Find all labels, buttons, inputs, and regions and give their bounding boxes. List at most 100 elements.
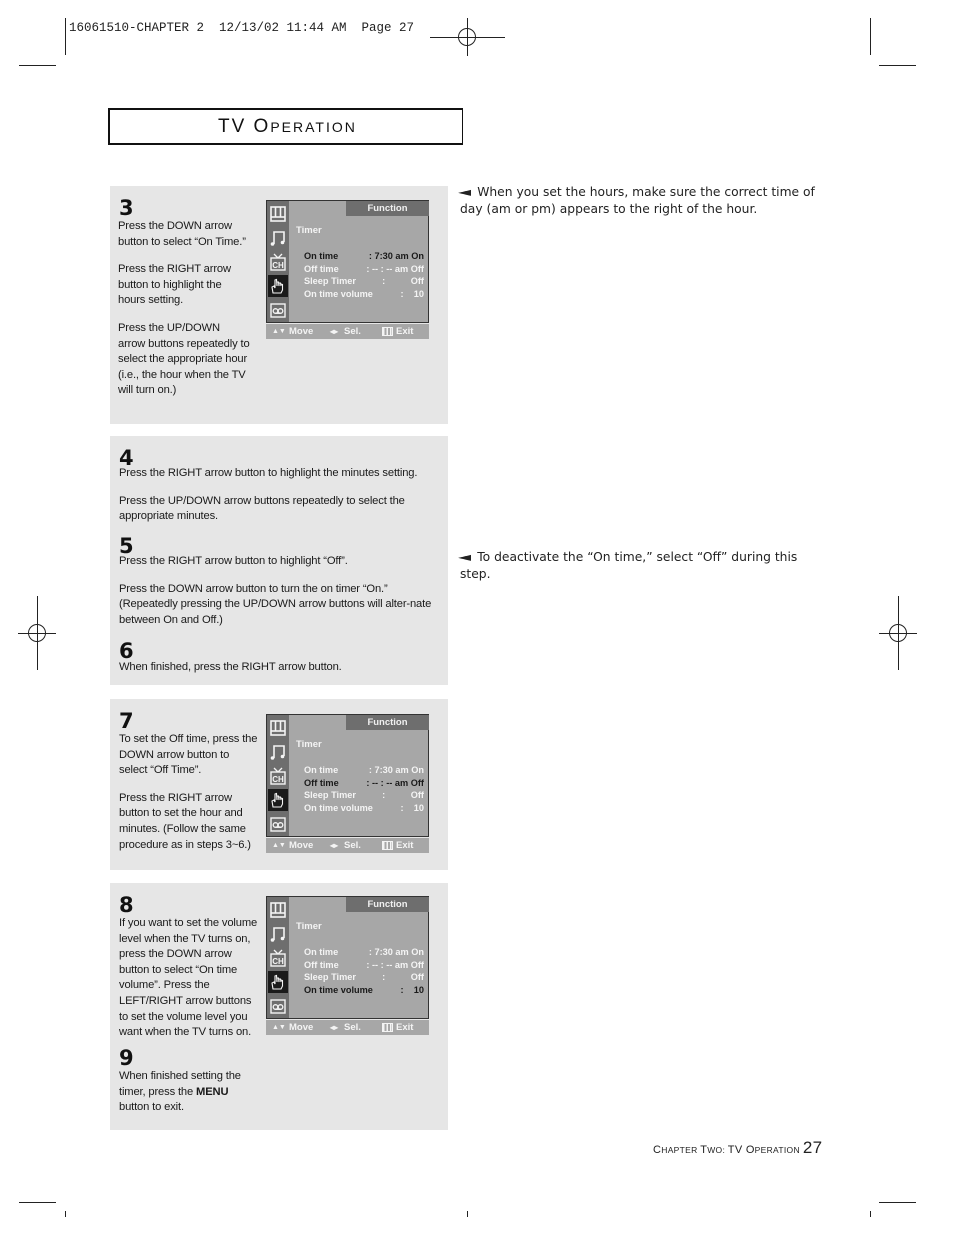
sound-icon (268, 227, 288, 249)
crop-mark (467, 1211, 468, 1217)
osd-menu-row: On time volume : 10 (304, 802, 424, 814)
exit-label: Exit (396, 1022, 414, 1033)
osd-function-tab: Function (346, 201, 429, 216)
step-number: 8 (119, 893, 134, 917)
crop-mark (65, 18, 66, 55)
osd-row-label: Sleep Timer (304, 972, 356, 982)
side-note: ◄ To deactivate the “On time,” select “Of… (458, 550, 798, 581)
crop-mark (879, 65, 916, 66)
pointer-left-icon: ◄ (458, 185, 472, 199)
osd-menu-row: Off time : -- : -- am Off (304, 263, 424, 275)
osd-menu-sidebar: CH (267, 897, 289, 1018)
step-text: If you want to set the volume level when… (119, 917, 258, 1039)
osd-row-label: Sleep Timer (304, 276, 356, 286)
exit-label: Exit (396, 840, 414, 851)
move-label: Move (289, 326, 314, 337)
step-panel-4-6: 4 Press the RIGHT arrow button to highli… (110, 436, 448, 685)
page-footer: CHAPTER TWO: TV OPERATION 27 (653, 1138, 823, 1157)
up-down-arrows-icon: ▲▼ (272, 842, 286, 849)
registration-circle (28, 624, 46, 642)
osd-row-label: On time volume (304, 802, 373, 813)
sel-label: Sel. (344, 1022, 361, 1033)
osd-row-label: Off time (304, 777, 339, 788)
osd-function-tab: Function (346, 715, 429, 730)
left-right-arrows-icon: ◂▸ (330, 327, 339, 336)
sound-icon (268, 923, 288, 945)
osd-menu-sidebar: CH (267, 201, 289, 322)
osd-menu-row: On time volume: 10 (304, 288, 424, 300)
osd-timer-heading: Timer (296, 225, 322, 236)
sel-label: Sel. (344, 840, 361, 851)
osd-screen: CH Function Timer On time : 7:30 am On Off ti… (266, 200, 429, 323)
crop-mark (879, 1202, 916, 1203)
channel-icon: CH (268, 947, 288, 969)
crop-mark (19, 1202, 56, 1203)
input-icon (268, 813, 288, 835)
osd-menu-row: Sleep Timer: Off (304, 275, 424, 287)
section-title: TV OPERATION (218, 116, 357, 137)
osd-row-value: : 10 (400, 802, 425, 813)
osd-menu-row: On time : 7:30 am On (304, 250, 424, 262)
menu-exit-icon (382, 841, 393, 850)
crop-mark (19, 65, 56, 66)
osd-screen: CH Function Timer On time: 7:30 am On Off ti… (266, 714, 429, 837)
osd-row-value: : 7:30 am On (368, 251, 424, 261)
picture-icon (268, 203, 288, 225)
osd-row-label: On time (304, 765, 339, 775)
move-label: Move (289, 1022, 314, 1033)
osd-row-value: : 10 (400, 288, 425, 299)
osd-row-label: Off time (304, 263, 339, 274)
osd-menu-row: Off time : -- : -- am Off (304, 777, 424, 789)
osd-help-bar: ▲▼ Move ◂▸ Sel. Exit (266, 838, 429, 853)
osd-row-label: On time (304, 947, 339, 957)
osd-menu-sidebar: CH (267, 715, 289, 836)
page-number: 27 (802, 1138, 823, 1157)
registration-circle (458, 28, 476, 46)
svg-text:CH: CH (272, 261, 284, 270)
channel-icon: CH (268, 251, 288, 273)
osd-row-label: On time (304, 251, 339, 261)
step-number: 6 (119, 639, 134, 663)
step-number: 3 (119, 196, 134, 220)
step-text: When finished setting the timer, press t… (119, 1069, 261, 1116)
osd-row-value: : -- : -- am Off (366, 959, 424, 970)
osd-function-tab: Function (346, 897, 429, 912)
step-text: Press the RIGHT arrow button to highligh… (119, 555, 432, 626)
osd-row-value: : Off (382, 790, 424, 800)
channel-icon: CH (268, 765, 288, 787)
input-icon (268, 299, 288, 321)
osd-timer-screen: CH Function Timer On time : 7:30 am On Off ti… (266, 200, 429, 339)
pointer-left-icon: ◄ (458, 550, 472, 564)
picture-icon (268, 717, 288, 739)
osd-row-label: On time volume (304, 984, 373, 995)
sound-icon (268, 741, 288, 763)
osd-screen: CH Function Timer On time: 7:30 am On Off ti… (266, 896, 429, 1019)
osd-menu-row: Off time : -- : -- am Off (304, 959, 424, 971)
function-hand-icon (268, 971, 288, 993)
input-icon (268, 995, 288, 1017)
step-text: When finished, press the RIGHT arrow but… (119, 661, 342, 673)
left-right-arrows-icon: ◂▸ (330, 841, 339, 850)
osd-timer-screen: CH Function Timer On time: 7:30 am On Off ti… (266, 714, 429, 853)
osd-timer-heading: Timer (296, 921, 322, 932)
osd-menu-row: On time: 7:30 am On (304, 946, 424, 958)
menu-exit-icon (382, 327, 393, 336)
osd-help-bar: ▲▼ Move ◂▸ Sel. Exit (266, 1020, 429, 1035)
osd-row-value: : 7:30 am On (368, 765, 424, 775)
step-text: To set the Off time, press the DOWN arro… (119, 733, 258, 851)
menu-exit-icon (382, 1023, 393, 1032)
step-text: Press the RIGHT arrow button to highligh… (119, 467, 418, 523)
osd-row-label: Off time (304, 959, 339, 970)
menu-button-label: MENU (196, 1085, 229, 1098)
osd-row-value: : -- : -- am Off (366, 777, 424, 788)
function-hand-icon (268, 275, 288, 297)
osd-row-value: : -- : -- am Off (366, 263, 424, 274)
svg-text:CH: CH (272, 957, 284, 966)
osd-help-bar: ▲▼ Move ◂▸ Sel. Exit (266, 324, 429, 339)
step-number: 7 (119, 709, 134, 733)
registration-circle (889, 624, 907, 642)
step-number: 9 (119, 1046, 134, 1070)
osd-row-label: Sleep Timer (304, 790, 356, 800)
osd-menu-row: On time volume: 10 (304, 984, 424, 996)
function-hand-icon (268, 789, 288, 811)
